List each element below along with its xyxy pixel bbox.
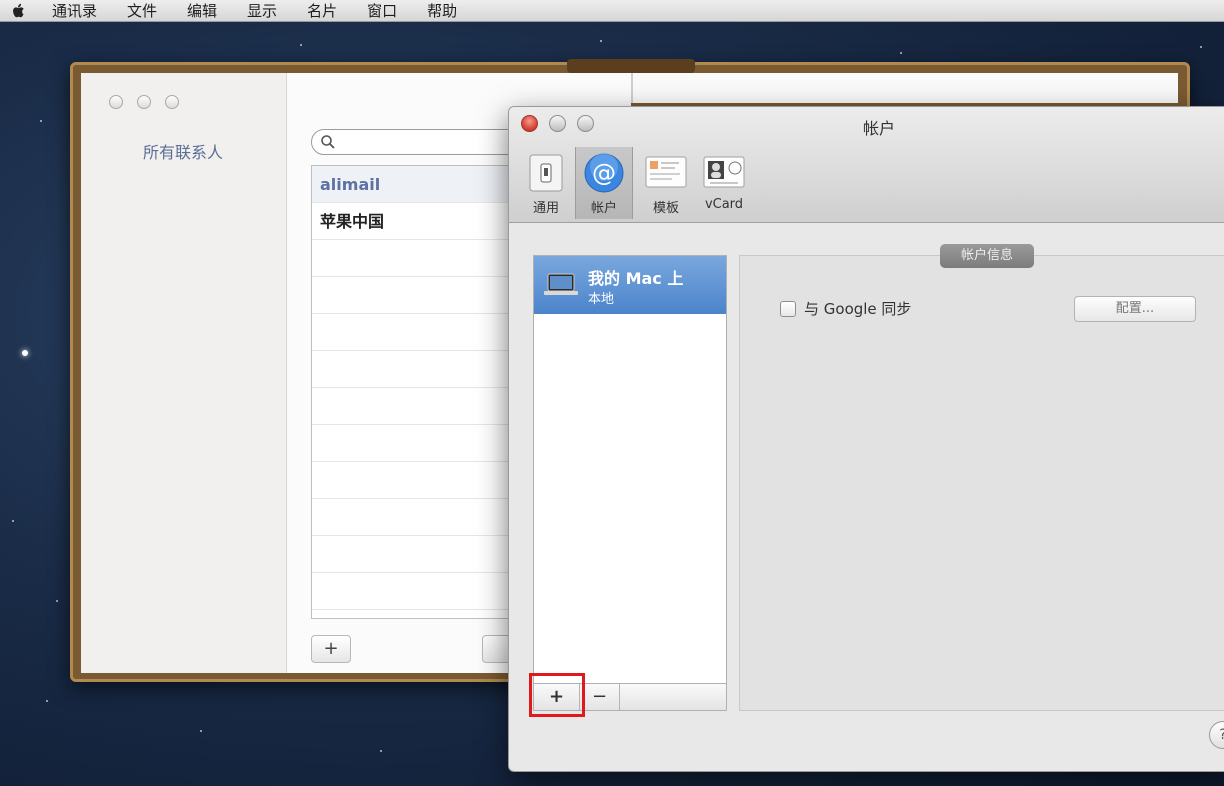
tab-general[interactable]: 通用 [517, 147, 575, 219]
prefs-toolbar: 帐户 通用 @ 帐户 模板 vCard [509, 107, 1224, 223]
star [56, 600, 58, 602]
empty-row [312, 388, 540, 425]
group-all-contacts[interactable]: 所有联系人 [143, 139, 223, 163]
help-button[interactable]: ? [1209, 721, 1224, 749]
groups-pane: 所有联系人 [81, 73, 286, 673]
vcard-icon [703, 156, 745, 188]
tab-template-label: 模板 [652, 201, 679, 216]
contact-list: alimail 苹果中国 [311, 165, 541, 619]
empty-row [312, 425, 540, 462]
menu-window[interactable]: 窗口 [367, 0, 397, 21]
empty-row [312, 351, 540, 388]
google-sync-checkbox[interactable] [780, 300, 796, 317]
card-pane [631, 73, 1178, 103]
star [200, 730, 202, 732]
preferences-window: 帐户 通用 @ 帐户 模板 vCard 我的 Mac 上 本地 + − 帐户信息… [508, 106, 1224, 772]
account-row[interactable]: 我的 Mac 上 本地 [534, 256, 726, 314]
tab-template[interactable]: 模板 [637, 147, 695, 219]
zoom-button[interactable] [165, 95, 179, 109]
empty-row [312, 536, 540, 573]
search-input[interactable] [311, 129, 541, 155]
google-sync-row: 与 Google 同步 [780, 298, 911, 319]
star [380, 750, 382, 752]
tab-general-label: 通用 [532, 201, 559, 216]
contact-row[interactable]: alimail [312, 166, 540, 203]
star [600, 40, 602, 42]
empty-row [312, 277, 540, 314]
apple-menu-icon[interactable] [10, 2, 28, 20]
menu-bar: 通讯录 文件 编辑 显示 名片 窗口 帮助 [0, 0, 1224, 22]
svg-text:@: @ [592, 159, 616, 187]
empty-row [312, 314, 540, 351]
add-contact-button[interactable]: + [311, 635, 351, 663]
contact-row[interactable]: 苹果中国 [312, 203, 540, 240]
minimize-button[interactable] [137, 95, 151, 109]
star [900, 52, 902, 54]
menu-view[interactable]: 显示 [247, 0, 277, 21]
menu-card[interactable]: 名片 [307, 0, 337, 21]
close-button[interactable] [109, 95, 123, 109]
tab-account-info[interactable]: 帐户信息 [940, 244, 1034, 268]
empty-row [312, 240, 540, 277]
window-title: 帐户 [862, 119, 895, 138]
configure-button[interactable]: 配置... [1074, 296, 1196, 322]
highlight-annotation [529, 673, 585, 717]
menu-help[interactable]: 帮助 [427, 0, 457, 21]
star [12, 520, 14, 522]
template-icon [645, 156, 687, 188]
laptop-icon [544, 273, 578, 295]
remove-account-button[interactable]: − [580, 684, 620, 710]
general-icon [529, 154, 563, 192]
star [46, 700, 48, 702]
empty-row [312, 573, 540, 610]
accounts-list: 我的 Mac 上 本地 [533, 255, 727, 711]
menu-contacts[interactable]: 通讯录 [52, 0, 97, 21]
empty-row [312, 462, 540, 499]
empty-row [312, 499, 540, 536]
star [22, 350, 28, 356]
tab-vcard-label: vCard [704, 197, 744, 212]
star [40, 120, 42, 122]
tab-accounts-label: 帐户 [590, 201, 617, 216]
account-type: 本地 [588, 292, 615, 307]
menu-file[interactable]: 文件 [127, 0, 157, 21]
star [1200, 46, 1202, 48]
menu-edit[interactable]: 编辑 [187, 0, 217, 21]
search-icon [321, 135, 335, 149]
tab-vcard[interactable]: vCard [695, 147, 753, 219]
account-name: 我的 Mac 上 [588, 269, 684, 288]
star [300, 44, 302, 46]
account-info-panel: 帐户信息 与 Google 同步 配置... [739, 244, 1224, 711]
at-sign-icon: @ [584, 153, 624, 193]
book-strap [567, 59, 695, 73]
tab-accounts[interactable]: @ 帐户 [575, 147, 633, 219]
google-sync-label[interactable]: 与 Google 同步 [804, 298, 911, 319]
